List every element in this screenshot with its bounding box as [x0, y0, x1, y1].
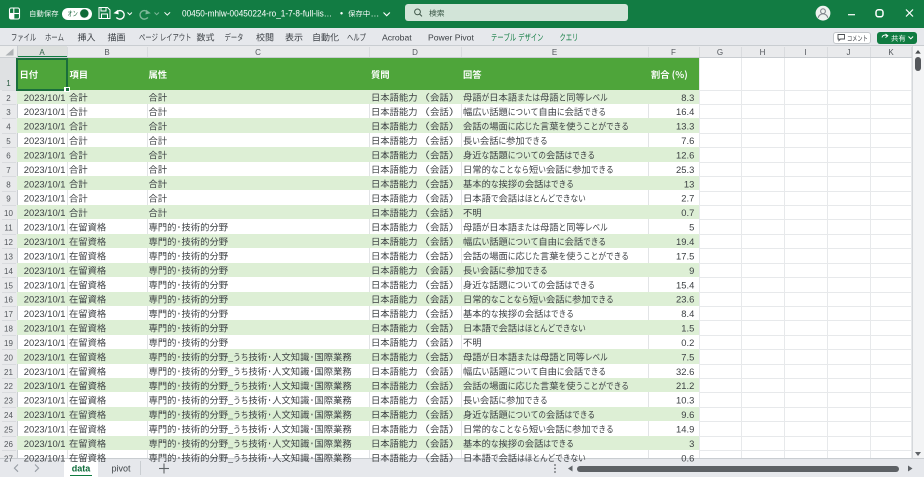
svg-text:Power Pivot: Power Pivot: [428, 33, 474, 43]
svg-text:20: 20: [4, 353, 13, 362]
svg-text:2023/10/1: 2023/10/1: [24, 424, 66, 435]
svg-text:2023/10/1: 2023/10/1: [24, 351, 66, 362]
svg-text:6: 6: [6, 152, 11, 161]
svg-text:3: 3: [6, 108, 11, 117]
svg-text:2023/10/1: 2023/10/1: [24, 207, 66, 218]
svg-text:15: 15: [4, 281, 13, 290]
svg-text:23.6: 23.6: [676, 294, 694, 305]
svg-text:26: 26: [4, 440, 13, 449]
svg-text:17.5: 17.5: [676, 250, 694, 261]
svg-text:2023/10/1: 2023/10/1: [24, 92, 66, 103]
svg-text:32.6: 32.6: [676, 366, 694, 377]
svg-text:18: 18: [4, 325, 13, 334]
svg-text:2023/10/1: 2023/10/1: [24, 409, 66, 420]
svg-text:2023/10/1: 2023/10/1: [24, 250, 66, 261]
svg-text:21: 21: [4, 368, 13, 377]
svg-text:pivot: pivot: [111, 464, 131, 474]
svg-text:F: F: [671, 48, 676, 57]
svg-text:25: 25: [4, 426, 13, 435]
svg-text:2023/10/1: 2023/10/1: [24, 395, 66, 406]
svg-text:2: 2: [6, 94, 11, 103]
svg-text:8: 8: [6, 180, 11, 189]
svg-text:24: 24: [4, 411, 13, 420]
svg-text:12: 12: [4, 238, 13, 247]
svg-text:2023/10/1: 2023/10/1: [24, 438, 66, 449]
svg-text:3: 3: [689, 438, 694, 449]
svg-text:D: D: [412, 48, 418, 57]
svg-text:2023/10/1: 2023/10/1: [24, 106, 66, 117]
svg-text:25.3: 25.3: [676, 164, 694, 175]
svg-text:1: 1: [6, 79, 11, 88]
svg-text:2023/10/1: 2023/10/1: [24, 193, 66, 204]
svg-text:J: J: [847, 48, 851, 57]
svg-text:8.3: 8.3: [681, 92, 694, 103]
svg-text:•: •: [340, 9, 343, 19]
svg-text:23: 23: [4, 397, 13, 406]
svg-text:2023/10/1: 2023/10/1: [24, 236, 66, 247]
svg-text:2023/10/1: 2023/10/1: [24, 121, 66, 132]
svg-text:2023/10/1: 2023/10/1: [24, 323, 66, 334]
svg-text:10.3: 10.3: [676, 395, 694, 406]
svg-text:13.3: 13.3: [676, 121, 694, 132]
svg-text:15.4: 15.4: [676, 279, 694, 290]
svg-text:2023/10/1: 2023/10/1: [24, 308, 66, 319]
svg-text:22: 22: [4, 382, 13, 391]
svg-text:27: 27: [4, 454, 13, 463]
svg-text:G: G: [717, 48, 723, 57]
svg-text:2023/10/1: 2023/10/1: [24, 222, 66, 233]
svg-text:B: B: [104, 48, 109, 57]
svg-text:2023/10/1: 2023/10/1: [24, 279, 66, 290]
svg-text:2023/10/1: 2023/10/1: [24, 380, 66, 391]
svg-text:9: 9: [6, 195, 11, 204]
svg-text:5: 5: [689, 222, 694, 233]
svg-text:19: 19: [4, 339, 13, 348]
svg-text:…: …: [371, 9, 380, 19]
svg-text:0.6: 0.6: [681, 452, 694, 463]
svg-text:8.4: 8.4: [681, 308, 694, 319]
svg-text:19.4: 19.4: [676, 236, 694, 247]
svg-text:data: data: [72, 464, 92, 474]
svg-text:14.9: 14.9: [676, 424, 694, 435]
svg-text:E: E: [552, 48, 557, 57]
svg-text:1.5: 1.5: [681, 323, 694, 334]
svg-text:7.6: 7.6: [681, 135, 694, 146]
svg-text:2023/10/1: 2023/10/1: [24, 265, 66, 276]
svg-text:00450-mhlw-00450224-ro_1-7-8-f: 00450-mhlw-00450224-ro_1-7-8-full-lis…: [182, 9, 332, 19]
svg-text:2023/10/1: 2023/10/1: [24, 452, 66, 463]
svg-text:K: K: [888, 48, 894, 57]
svg-text:A: A: [39, 48, 45, 57]
svg-text:I: I: [804, 48, 806, 57]
svg-text:2023/10/1: 2023/10/1: [24, 164, 66, 175]
svg-text:2023/10/1: 2023/10/1: [24, 150, 66, 161]
svg-text:14: 14: [4, 267, 13, 276]
svg-text:17: 17: [4, 310, 13, 319]
svg-text:2023/10/1: 2023/10/1: [24, 178, 66, 189]
svg-text:2023/10/1: 2023/10/1: [24, 135, 66, 146]
svg-text:2023/10/1: 2023/10/1: [24, 294, 66, 305]
svg-text:0.7: 0.7: [681, 207, 694, 218]
svg-text:Acrobat: Acrobat: [382, 33, 412, 43]
svg-text:7.5: 7.5: [681, 351, 694, 362]
svg-text:7: 7: [6, 166, 11, 175]
svg-text:12.6: 12.6: [676, 150, 694, 161]
svg-text:10: 10: [4, 209, 13, 218]
svg-text:9: 9: [689, 265, 694, 276]
svg-text:0.2: 0.2: [681, 337, 694, 348]
svg-text:21.2: 21.2: [676, 380, 694, 391]
svg-text:2023/10/1: 2023/10/1: [24, 337, 66, 348]
svg-text:2023/10/1: 2023/10/1: [24, 366, 66, 377]
svg-text:H: H: [760, 48, 766, 57]
svg-text:5: 5: [6, 137, 11, 146]
svg-text:13: 13: [684, 178, 694, 189]
svg-text:16.4: 16.4: [676, 106, 694, 117]
svg-text:11: 11: [4, 224, 13, 233]
svg-text:2.7: 2.7: [681, 193, 694, 204]
svg-text:13: 13: [4, 252, 13, 261]
svg-text:C: C: [255, 48, 261, 57]
svg-text:4: 4: [6, 123, 11, 132]
svg-text:16: 16: [4, 296, 13, 305]
svg-text:9.6: 9.6: [681, 409, 694, 420]
